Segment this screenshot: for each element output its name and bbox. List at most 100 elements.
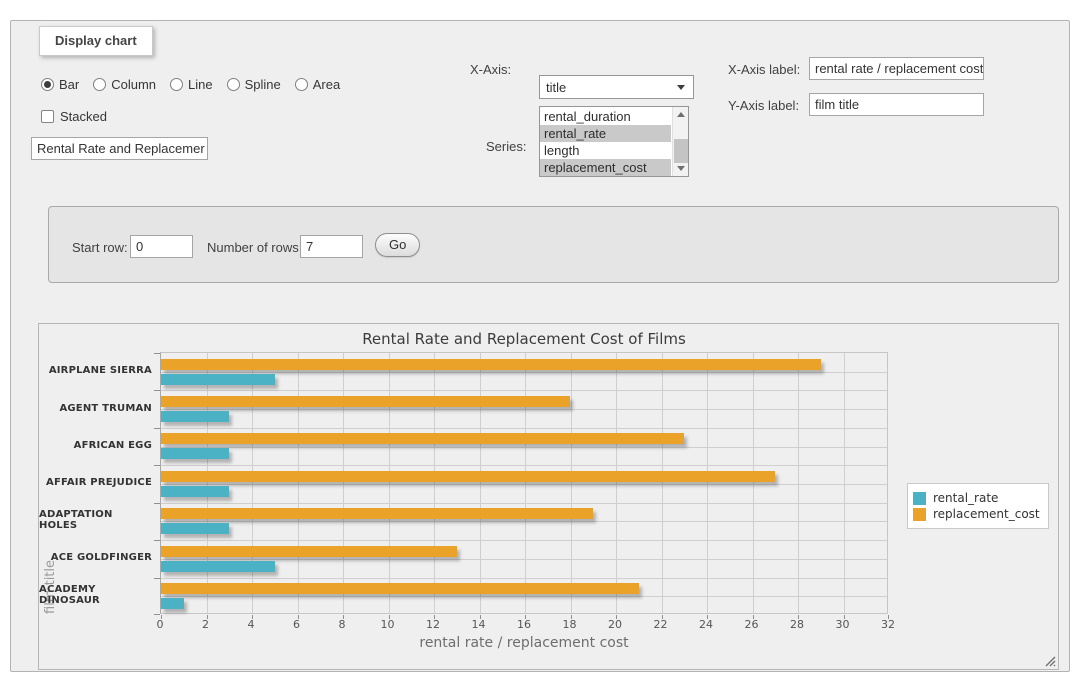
x-axis-label-label: X-Axis label: (728, 62, 800, 77)
x-axis-select[interactable]: title (539, 75, 694, 99)
x-tick-label: 26 (737, 618, 767, 631)
x-tick-label: 0 (145, 618, 175, 631)
legend-swatch-rental_rate (913, 492, 926, 505)
scrollbar-up-arrow-icon[interactable] (677, 112, 685, 117)
category-label: AGENT TRUMAN (39, 389, 152, 426)
x-tick-label: 22 (646, 618, 676, 631)
gridline (161, 428, 887, 429)
gridline (844, 353, 845, 613)
gridline (616, 353, 617, 613)
category-label: AFFAIR PREJUDICE (39, 464, 152, 501)
go-button[interactable]: Go (375, 233, 420, 257)
legend-swatch-replacement_cost (913, 508, 926, 521)
y-tick-mark (154, 503, 160, 504)
category-label: AFRICAN EGG (39, 427, 152, 464)
gridline (161, 484, 887, 485)
bar-replacement_cost-affair-prejudice (161, 471, 775, 482)
bar-replacement_cost-agent-truman (161, 396, 570, 407)
category-label: ACADEMY DINOSAUR (39, 577, 152, 614)
listbox-option-rental_duration[interactable]: rental_duration (540, 108, 671, 125)
gridline (571, 353, 572, 613)
y-tick-mark (154, 540, 160, 541)
radio-column[interactable] (93, 78, 106, 91)
chart-type-radiogroup: Bar Column Line Spline Area (41, 77, 340, 92)
x-tick-label: 28 (782, 618, 812, 631)
bar-rental_rate-adaptation-holes (161, 523, 229, 534)
y-tick-mark (154, 614, 160, 615)
x-axis-select-label: X-Axis: (470, 62, 511, 77)
gridline (480, 353, 481, 613)
y-tick-mark (154, 578, 160, 579)
resize-handle-icon[interactable] (1045, 656, 1056, 667)
gridline (662, 353, 663, 613)
radio-line[interactable] (170, 78, 183, 91)
gridline (161, 447, 887, 448)
category-label: AIRPLANE SIERRA (39, 352, 152, 389)
radio-spline[interactable] (227, 78, 240, 91)
category-label: ACE GOLDFINGER (39, 539, 152, 576)
gridline (161, 465, 887, 466)
gridline (161, 540, 887, 541)
gridline (525, 353, 526, 613)
chart-type-option-spline[interactable]: Spline (227, 77, 281, 92)
x-tick-label: 8 (327, 618, 357, 631)
plot-area (160, 352, 888, 614)
gridline (161, 596, 887, 597)
gridline (798, 353, 799, 613)
x-tick-label: 20 (600, 618, 630, 631)
radio-label-area: Area (313, 77, 340, 92)
row-controls-panel: Start row: 0 Number of rows: 7 Go (48, 206, 1059, 283)
bar-replacement_cost-academy-dinosaur (161, 583, 639, 594)
scrollbar-thumb[interactable] (674, 139, 688, 163)
gridline (389, 353, 390, 613)
x-tick-label: 18 (555, 618, 585, 631)
x-tick-label: 10 (373, 618, 403, 631)
legend-label-replacement_cost: replacement_cost (933, 507, 1040, 521)
x-tick-label: 6 (282, 618, 312, 631)
radio-label-column: Column (111, 77, 156, 92)
x-tick-label: 24 (691, 618, 721, 631)
listbox-scrollbar[interactable] (672, 107, 688, 176)
y-axis-label-input[interactable]: film title (809, 93, 984, 116)
scrollbar-down-arrow-icon[interactable] (677, 166, 685, 171)
radio-label-line: Line (188, 77, 213, 92)
x-axis-label-input[interactable]: rental rate / replacement cost (809, 57, 984, 80)
chart-x-axis-label: rental rate / replacement cost (160, 635, 888, 651)
x-tick-label: 32 (873, 618, 903, 631)
x-tick-label: 30 (828, 618, 858, 631)
radio-label-spline: Spline (245, 77, 281, 92)
gridline (298, 353, 299, 613)
chart-type-option-area[interactable]: Area (295, 77, 340, 92)
chart-legend: rental_ratereplacement_cost (907, 483, 1049, 529)
bar-rental_rate-academy-dinosaur (161, 598, 184, 609)
start-row-input[interactable]: 0 (130, 235, 193, 258)
chart-title: Rental Rate and Replacement Cost of Film… (160, 330, 888, 348)
chart-type-option-line[interactable]: Line (170, 77, 213, 92)
radio-bar[interactable] (41, 78, 54, 91)
chart-type-option-bar[interactable]: Bar (41, 77, 79, 92)
y-tick-mark (154, 428, 160, 429)
series-listbox[interactable]: rental_durationrental_ratelengthreplacem… (539, 106, 689, 177)
listbox-option-length[interactable]: length (540, 142, 671, 159)
bar-rental_rate-ace-goldfinger (161, 561, 275, 572)
chart-title-input[interactable]: Rental Rate and Replacemer (31, 137, 208, 160)
stacked-row: Stacked (41, 109, 107, 124)
gridline (707, 353, 708, 613)
listbox-option-rental_rate[interactable]: rental_rate (540, 125, 671, 142)
gridline (434, 353, 435, 613)
number-of-rows-input[interactable]: 7 (300, 235, 363, 258)
listbox-option-replacement_cost[interactable]: replacement_cost (540, 159, 671, 176)
x-tick-label: 16 (509, 618, 539, 631)
radio-area[interactable] (295, 78, 308, 91)
category-labels-layer: AIRPLANE SIERRAAGENT TRUMANAFRICAN EGGAF… (39, 352, 156, 614)
x-axis-select-value: title (546, 80, 566, 95)
stacked-checkbox[interactable] (41, 110, 54, 123)
chart-type-option-column[interactable]: Column (93, 77, 156, 92)
bar-replacement_cost-african-egg (161, 433, 684, 444)
y-tick-mark (154, 353, 160, 354)
chart-container: Rental Rate and Replacement Cost of Film… (38, 323, 1059, 670)
gridline (343, 353, 344, 613)
bar-rental_rate-agent-truman (161, 411, 229, 422)
gridline (161, 503, 887, 504)
gridline (161, 521, 887, 522)
